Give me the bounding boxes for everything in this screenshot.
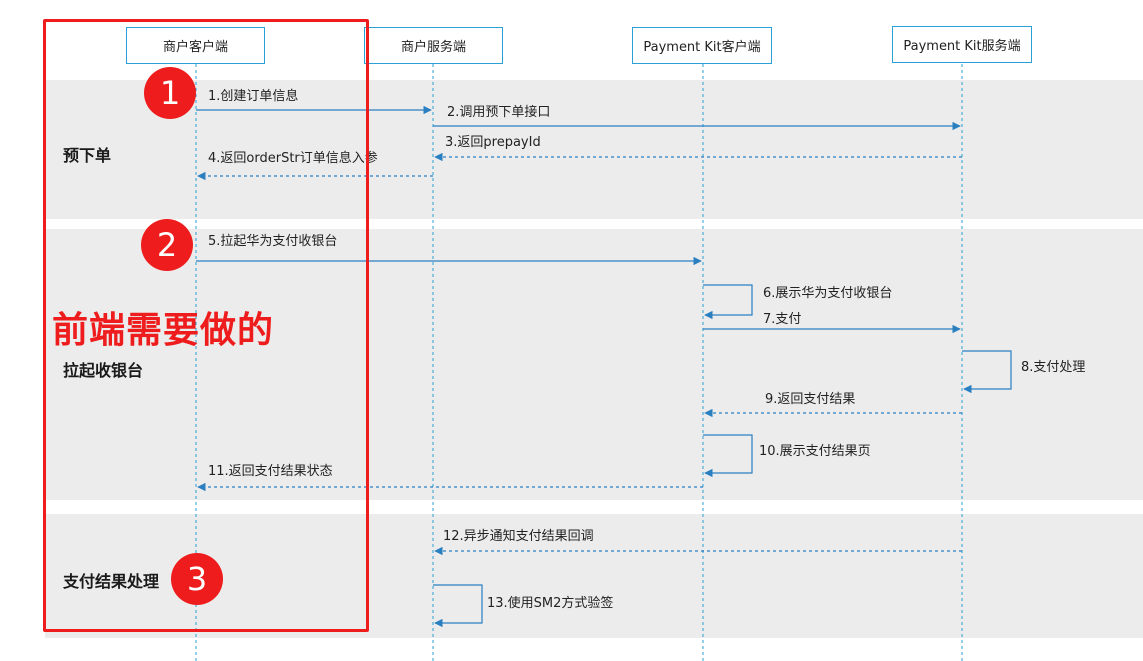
phase-label-cashier: 拉起收银台	[63, 361, 144, 380]
message-label-13: 13.使用SM2方式验签	[487, 596, 614, 611]
message-label-4: 4.返回orderStr订单信息入参	[208, 151, 378, 166]
message-label-1: 1.创建订单信息	[208, 89, 299, 104]
message-label-6: 6.展示华为支付收银台	[763, 286, 893, 301]
message-label-9: 9.返回支付结果	[765, 392, 856, 407]
message-label-8: 8.支付处理	[1021, 360, 1086, 375]
step-badge-2: 2	[141, 219, 193, 271]
message-label-11: 11.返回支付结果状态	[208, 464, 333, 479]
message-label-5: 5.拉起华为支付收银台	[208, 234, 338, 249]
participant-kit-server: Payment Kit服务端	[892, 26, 1032, 63]
message-label-10: 10.展示支付结果页	[759, 444, 871, 459]
message-label-2: 2.调用预下单接口	[447, 105, 551, 120]
phase-label-result: 支付结果处理	[63, 572, 160, 591]
participant-merchant-server: 商户服务端	[364, 27, 503, 64]
phase-label-prepay: 预下单	[63, 146, 112, 165]
phase-band-2	[45, 229, 1143, 500]
step-badge-1: 1	[144, 67, 196, 119]
participant-kit-client: Payment Kit客户端	[632, 27, 772, 64]
frontend-annotation: 前端需要做的	[52, 310, 275, 351]
message-label-12: 12.异步通知支付结果回调	[443, 529, 594, 544]
message-label-7: 7.支付	[763, 312, 802, 327]
participant-merchant-client: 商户客户端	[126, 27, 265, 64]
message-label-3: 3.返回prepayId	[445, 135, 541, 150]
step-badge-3: 3	[171, 553, 223, 605]
